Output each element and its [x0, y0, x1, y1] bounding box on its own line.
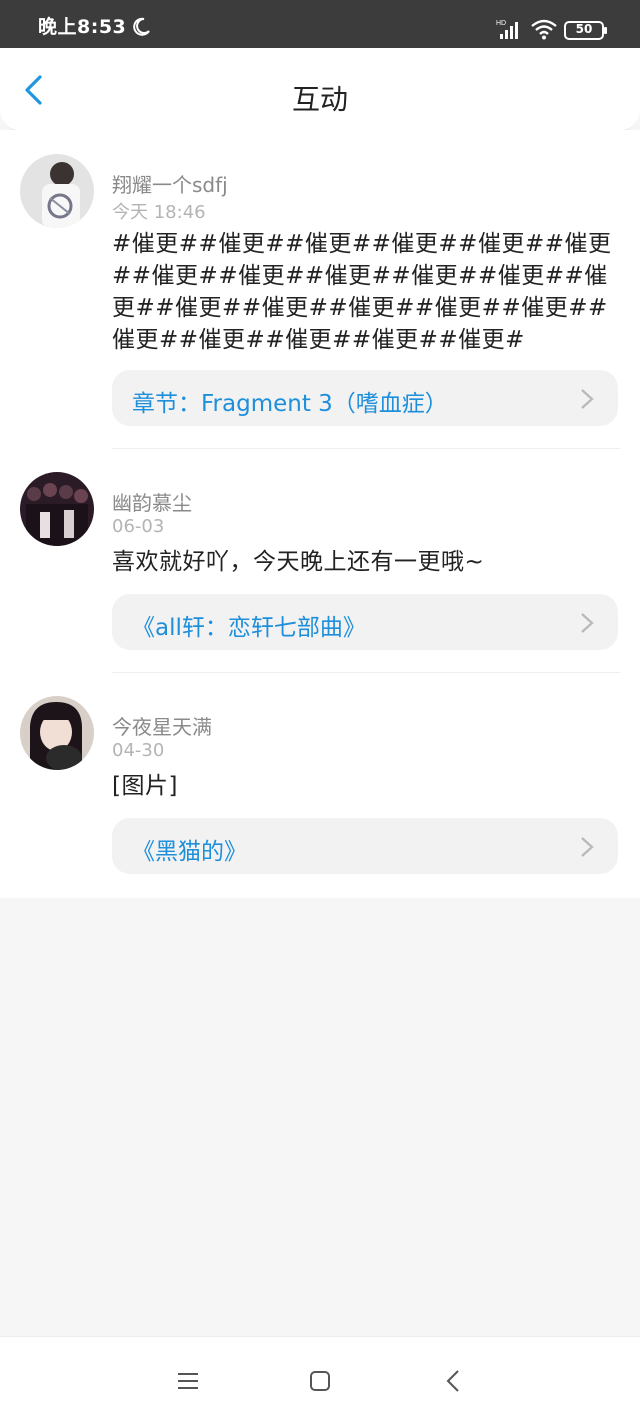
chapter-link[interactable]: 章节：Fragment 3（嗜血症） [112, 370, 618, 426]
avatar[interactable] [20, 696, 94, 770]
status-bar: 晚上8:53 HD 50 [0, 0, 640, 48]
menu-icon[interactable] [176, 1369, 200, 1393]
chevron-right-icon [581, 389, 594, 409]
hd-signal-icon: HD [496, 20, 518, 39]
back-triangle-icon[interactable] [442, 1369, 466, 1393]
status-time: 晚上8:53 [38, 16, 127, 38]
moon-icon [133, 17, 150, 36]
comment-item[interactable]: 翔耀一个sdfj 今天 18:46 #催更##催更##催更##催更##催更##催… [0, 130, 640, 426]
comment-list: 翔耀一个sdfj 今天 18:46 #催更##催更##催更##催更##催更##催… [0, 130, 640, 898]
home-icon[interactable] [308, 1369, 332, 1393]
svg-text:HD: HD [496, 20, 506, 27]
timestamp: 04-30 [112, 740, 165, 761]
username[interactable]: 幽韵慕尘 [112, 487, 192, 516]
chevron-right-icon [581, 613, 594, 633]
chevron-right-icon [581, 837, 594, 857]
chapter-label: 《all轩：恋轩七部曲》 [132, 615, 366, 641]
timestamp: 06-03 [112, 516, 165, 537]
system-nav-bar [0, 1336, 640, 1423]
chapter-label: 章节：Fragment 3（嗜血症） [132, 391, 448, 417]
comment-text: #催更##催更##催更##催更##催更##催更##催更##催更##催更##催更#… [112, 231, 612, 353]
chapter-label: 《黑猫的》 [132, 839, 247, 865]
wifi-icon [531, 19, 557, 40]
username[interactable]: 今夜星天满 [112, 711, 212, 740]
chapter-link[interactable]: 《黑猫的》 [112, 818, 618, 874]
battery-level: 50 [575, 22, 593, 36]
comment-text: [图片] [112, 773, 178, 799]
header: 互动 [0, 48, 640, 131]
timestamp: 今天 18:46 [112, 202, 206, 223]
avatar[interactable] [20, 472, 94, 546]
chapter-link[interactable]: 《all轩：恋轩七部曲》 [112, 594, 618, 650]
avatar[interactable] [20, 154, 94, 228]
page-title: 互动 [291, 83, 348, 116]
comment-item[interactable]: 今夜星天满 04-30 [图片] 《黑猫的》 [0, 672, 640, 896]
comment-item[interactable]: 幽韵慕尘 06-03 喜欢就好吖，今天晚上还有一更哦~ 《all轩：恋轩七部曲》 [0, 448, 640, 672]
comment-text: 喜欢就好吖，今天晚上还有一更哦~ [112, 549, 485, 575]
username[interactable]: 翔耀一个sdfj [112, 169, 228, 198]
